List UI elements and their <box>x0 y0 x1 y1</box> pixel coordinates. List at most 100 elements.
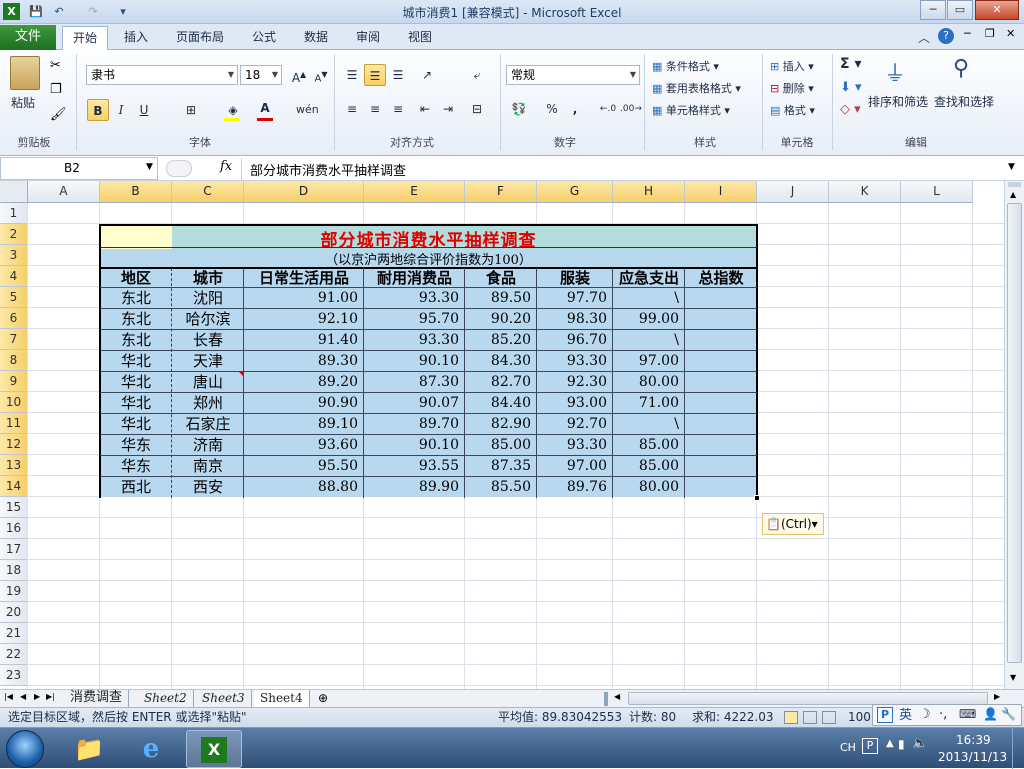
tray-expand-icon[interactable]: ▲ <box>886 738 894 749</box>
name-box[interactable]: B2 <box>0 157 158 180</box>
table-cell-text[interactable]: 石家庄 <box>172 414 244 435</box>
table-cell-text[interactable]: 郑州 <box>172 393 244 414</box>
column-header[interactable]: B <box>100 181 172 203</box>
table-cell-number[interactable]: 93.60 <box>244 435 364 456</box>
doc-close-icon[interactable]: ✕ <box>1006 27 1015 40</box>
row-header[interactable]: 2 <box>0 224 28 245</box>
select-all-corner[interactable] <box>0 181 28 203</box>
row-header[interactable]: 21 <box>0 623 28 644</box>
increase-indent-icon[interactable]: ⇥ <box>437 98 459 120</box>
table-cell-number[interactable]: 89.20 <box>244 372 364 393</box>
row-header[interactable]: 17 <box>0 539 28 560</box>
format-as-table-button[interactable]: ▦ 套用表格格式 ▾ <box>652 80 741 96</box>
font-size-select[interactable]: 18 ▼ <box>240 65 282 85</box>
phonetic-icon[interactable]: wén <box>296 99 319 121</box>
ribbon-minimize-icon[interactable]: ︿ <box>918 29 930 46</box>
table-cell-text[interactable]: 沈阳 <box>172 288 244 309</box>
underline-button[interactable]: U <box>133 99 155 121</box>
table-cell-number[interactable]: 92.30 <box>537 372 613 393</box>
row-header[interactable]: 19 <box>0 581 28 602</box>
sheet-subtitle[interactable]: （以京沪两地综合评价指数为100） <box>100 249 757 268</box>
table-cell-number[interactable] <box>685 393 757 414</box>
column-header[interactable]: L <box>901 181 973 203</box>
clock-time[interactable]: 16:39 <box>956 733 991 747</box>
column-header-cell[interactable]: 应急支出 <box>613 268 685 289</box>
show-desktop-button[interactable] <box>1012 728 1024 769</box>
number-format-select[interactable]: 常规 ▼ <box>506 65 640 85</box>
expand-formula-icon[interactable]: ▼ <box>1008 162 1015 172</box>
tools-icon[interactable]: 🔧 <box>1001 705 1016 724</box>
align-right-icon[interactable]: ≡ <box>387 98 409 120</box>
table-cell-number[interactable]: 97.70 <box>537 288 613 309</box>
table-cell-text[interactable]: 华北 <box>100 393 172 414</box>
hscroll-left-icon[interactable]: ◀ <box>614 692 620 701</box>
table-cell-number[interactable]: 82.90 <box>465 414 537 435</box>
paste-button[interactable]: 粘贴 <box>11 94 35 111</box>
table-cell-number[interactable]: 93.30 <box>537 435 613 456</box>
column-header[interactable]: F <box>465 181 537 203</box>
table-cell-number[interactable]: 97.00 <box>537 456 613 477</box>
copy-icon[interactable]: ❐ <box>50 82 62 97</box>
row-header[interactable]: 23 <box>0 665 28 686</box>
table-cell-text[interactable]: 华北 <box>100 372 172 393</box>
table-cell-number[interactable]: 84.30 <box>465 351 537 372</box>
table-cell-number[interactable]: 92.70 <box>537 414 613 435</box>
conditional-format-button[interactable]: ▦ 条件格式 ▾ <box>652 58 719 74</box>
tab-formulas[interactable]: 公式 <box>242 26 286 50</box>
decrease-decimal-icon[interactable]: .00→ <box>620 98 642 120</box>
table-cell-number[interactable]: \ <box>613 330 685 351</box>
tab-nav-prev-icon[interactable]: ◀ <box>20 692 26 701</box>
format-cells-button[interactable]: ▤ 格式 ▾ <box>770 102 815 118</box>
table-cell-number[interactable]: 89.30 <box>244 351 364 372</box>
fill-icon[interactable]: ⬇ ▾ <box>840 80 862 95</box>
column-header-cell[interactable]: 食品 <box>465 268 537 289</box>
clock-date[interactable]: 2013/11/13 <box>938 750 1007 764</box>
column-header-cell[interactable]: 日常生活用品 <box>244 268 364 289</box>
explorer-taskbar-icon[interactable]: 📁 <box>68 732 110 766</box>
table-cell-number[interactable]: 82.70 <box>465 372 537 393</box>
punct-icon[interactable]: ·, <box>939 705 947 724</box>
table-cell-text[interactable]: 唐山 <box>172 372 244 393</box>
currency-icon[interactable]: 💱 <box>508 98 530 120</box>
network-icon[interactable]: ▮ <box>898 737 905 751</box>
table-cell-number[interactable]: 90.10 <box>364 351 465 372</box>
table-cell-number[interactable]: 93.55 <box>364 456 465 477</box>
worksheet-grid[interactable]: ABCDEFGHIJKL 1 2 3 4 5 6 7 8 9 10 11 12 13 14 15 16 17 18… <box>0 181 1004 689</box>
row-header[interactable]: 10 <box>0 392 28 413</box>
sort-filter-button[interactable]: 排序和筛选 <box>868 93 928 110</box>
row-header[interactable]: 20 <box>0 602 28 623</box>
maximize-button[interactable]: ▭ <box>947 0 973 20</box>
table-cell-number[interactable]: 91.40 <box>244 330 364 351</box>
tab-data[interactable]: 数据 <box>294 26 338 50</box>
column-header-cell[interactable]: 耐用消费品 <box>364 268 465 289</box>
row-header[interactable]: 1 <box>0 203 28 224</box>
keyboard-icon[interactable]: ⌨ <box>959 705 976 724</box>
table-cell-number[interactable] <box>685 435 757 456</box>
tab-insert[interactable]: 插入 <box>114 26 158 50</box>
tab-view[interactable]: 视图 <box>398 26 442 50</box>
table-cell-number[interactable]: 85.50 <box>465 477 537 498</box>
tab-nav-next-icon[interactable]: ▶ <box>34 692 40 701</box>
start-button[interactable] <box>6 730 44 768</box>
fill-handle[interactable] <box>754 495 760 501</box>
formula-input[interactable]: 部分城市消费水平抽样调查 <box>250 160 406 179</box>
sheet-tab[interactable]: Sheet4 <box>254 690 310 707</box>
table-cell-number[interactable]: 91.00 <box>244 288 364 309</box>
table-cell-text[interactable]: 华北 <box>100 351 172 372</box>
column-header[interactable]: I <box>685 181 757 203</box>
table-cell-text[interactable]: 华北 <box>100 414 172 435</box>
page-layout-view-icon[interactable] <box>803 711 817 724</box>
table-cell-number[interactable]: 92.10 <box>244 309 364 330</box>
tab-file[interactable]: 文件 <box>0 25 56 50</box>
zoom-level[interactable]: 100 <box>848 708 871 727</box>
table-cell-number[interactable]: 89.90 <box>364 477 465 498</box>
table-cell-number[interactable]: 93.30 <box>364 288 465 309</box>
percent-button[interactable]: % <box>541 98 563 120</box>
table-cell-number[interactable]: 93.30 <box>537 351 613 372</box>
align-middle-icon[interactable]: ☰ <box>364 64 386 86</box>
table-cell-number[interactable]: 88.80 <box>244 477 364 498</box>
table-cell-text[interactable]: 南京 <box>172 456 244 477</box>
formula-cancel-icon[interactable] <box>166 160 192 177</box>
row-header[interactable]: 5 <box>0 287 28 308</box>
table-cell-text[interactable]: 长春 <box>172 330 244 351</box>
